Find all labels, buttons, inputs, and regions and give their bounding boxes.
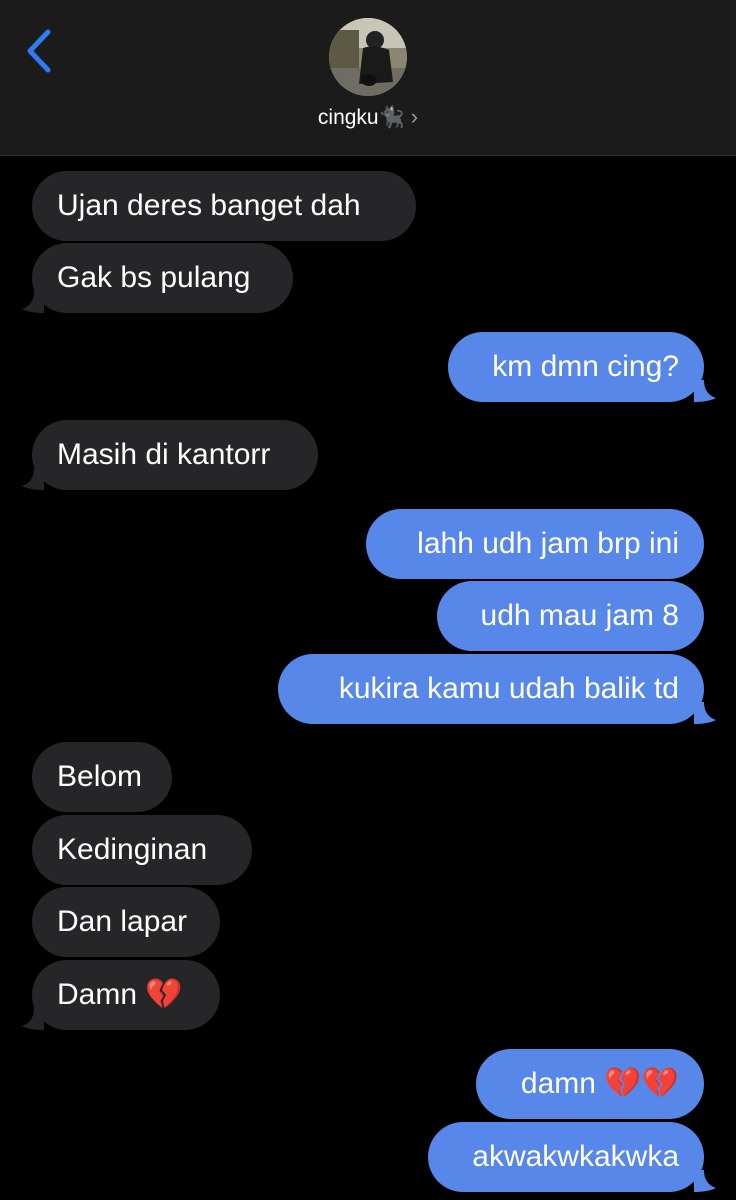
message-bubble-outgoing[interactable]: udh mau jam 8 [437,581,704,651]
message-bubble-incoming[interactable]: Gak bs pulang [32,243,293,313]
bubble-tail [22,1008,44,1030]
message-bubble-incoming[interactable]: Masih di kantorr [32,420,318,490]
bubble-tail [694,380,716,402]
message-bubble-outgoing[interactable]: lahh udh jam brp ini [366,509,704,579]
message-bubble-outgoing[interactable]: kukira kamu udah balik td [278,654,704,724]
message-bubble-incoming[interactable]: Belom [32,742,172,812]
bubble-tail [22,468,44,490]
message-bubble-outgoing[interactable]: akwakwkakwka [428,1122,704,1192]
bubble-tail [694,1170,716,1192]
message-bubble-outgoing[interactable]: damn 💔💔 [476,1049,704,1119]
message-thread: Ujan deres banget dah Gak bs pulang km d… [0,0,736,1200]
message-bubble-incoming[interactable]: Ujan deres banget dah [32,171,416,241]
bubble-tail [22,291,44,313]
message-bubble-incoming[interactable]: Dan lapar [32,887,220,957]
message-bubble-incoming[interactable]: Damn 💔 [32,960,220,1030]
message-bubble-outgoing[interactable]: km dmn cing? [448,332,704,402]
message-bubble-incoming[interactable]: Kedinginan [32,815,252,885]
bubble-tail [694,702,716,724]
